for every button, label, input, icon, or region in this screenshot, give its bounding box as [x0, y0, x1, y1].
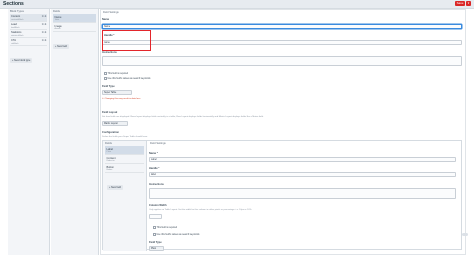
layout-select[interactable]: Matrix Layout [102, 121, 128, 126]
block-type-item[interactable]: Statistics statisticsBlock ⚙ ✥ [10, 30, 47, 38]
sub-fields-column: Fields Label Plain Content Redactor Butt… [103, 141, 147, 251]
block-type-handle: leadBlock [11, 26, 20, 29]
handle-input[interactable]: name [102, 40, 462, 45]
field-settings-heading: Field Settings [103, 11, 119, 14]
sub-instructions-textarea[interactable] [149, 188, 456, 199]
fields-column: Fields Name Table Image Assets + New fie… [51, 9, 99, 255]
configuration-hint: Define the fields your Super Table shoul… [102, 136, 148, 138]
field-item[interactable]: Image Assets [53, 23, 96, 32]
move-icon[interactable]: ✥ [44, 15, 46, 18]
column-width-label: Column Width [149, 204, 167, 207]
searchable-checkbox[interactable]: Use this field's values as search keywor… [104, 77, 150, 80]
sub-field-type: Button [106, 169, 113, 171]
field-type: Table [54, 19, 60, 21]
block-type-handle: statisticsBlock [11, 34, 24, 37]
save-button[interactable]: Save [455, 1, 465, 6]
move-icon[interactable]: ✥ [44, 31, 46, 34]
instructions-label: Instructions [102, 51, 117, 54]
field-type: Assets [54, 28, 61, 30]
sub-new-field-button[interactable]: + New field [107, 185, 123, 190]
sub-handle-input[interactable]: label [149, 172, 456, 177]
sub-field-item[interactable]: Label Plain [105, 146, 144, 155]
sub-field-item[interactable]: Content Redactor [105, 155, 144, 164]
field-type-label: Field Type [102, 85, 115, 88]
layout-hint: Set how fields are displayed. Rows layou… [102, 116, 264, 118]
toggle-switch[interactable] [462, 233, 468, 236]
top-header: Sections [0, 0, 474, 9]
sub-name-input[interactable]: Label [149, 157, 456, 162]
page-title: Sections [3, 1, 24, 7]
field-type-warning: ⚠ Changing this may result in data loss. [102, 98, 141, 100]
column-width-input[interactable] [149, 214, 162, 219]
block-types-column: Block Types Content contentsBlock ⚙ ✥ Le… [8, 9, 50, 255]
sub-field-type-label: Field Type [149, 241, 162, 244]
new-field-button[interactable]: + New field [53, 44, 69, 49]
searchable-label: Use this field's values as search keywor… [107, 77, 151, 80]
sub-field-item[interactable]: Button Button [105, 164, 144, 173]
sub-handle-label: Handle * [149, 167, 160, 170]
block-type-item[interactable]: CTA ctaBlock ⚙ ✥ [10, 38, 47, 46]
required-label: This field is required [107, 72, 129, 75]
move-icon[interactable]: ✥ [44, 39, 46, 42]
column-width-hint: Only applies on Table Layout. Set the wi… [149, 209, 253, 211]
configuration-label: Configuration [102, 131, 119, 134]
block-type-handle: ctaBlock [11, 42, 19, 45]
layout-label: Field Layout [102, 111, 118, 114]
sub-searchable-label: Use this field's values as search keywor… [156, 233, 200, 236]
field-type-select[interactable]: Super Table [102, 90, 132, 95]
sub-field-settings-heading: Field Settings [150, 142, 166, 145]
sub-required-checkbox[interactable]: This field is required [153, 226, 177, 229]
sub-instructions-label: Instructions [149, 183, 164, 186]
save-menu-caret-icon[interactable]: ▾ [466, 1, 471, 6]
field-item[interactable]: Name Table [53, 14, 96, 23]
new-block-type-button[interactable]: + New block type [10, 58, 33, 63]
block-type-handle: contentsBlock [11, 18, 24, 21]
sub-field-type-select[interactable]: Plain [149, 246, 164, 251]
sub-searchable-checkbox[interactable]: Use this field's values as search keywor… [153, 233, 199, 236]
sub-name-label: Name * [149, 152, 158, 155]
block-type-item[interactable]: Content contentsBlock ⚙ ✥ [10, 14, 47, 22]
required-checkbox[interactable]: This field is required [104, 72, 128, 75]
sub-field-type: Plain [106, 151, 111, 153]
move-icon[interactable]: ✥ [44, 23, 46, 26]
sub-field-type: Redactor [106, 160, 115, 162]
name-input[interactable]: Name [102, 24, 462, 29]
block-type-item[interactable]: Lead leadBlock ⚙ ✥ [10, 22, 47, 30]
sub-required-label: This field is required [156, 226, 178, 229]
name-label: Name [102, 18, 110, 21]
instructions-textarea[interactable] [102, 56, 462, 66]
highlight-box [102, 30, 151, 51]
